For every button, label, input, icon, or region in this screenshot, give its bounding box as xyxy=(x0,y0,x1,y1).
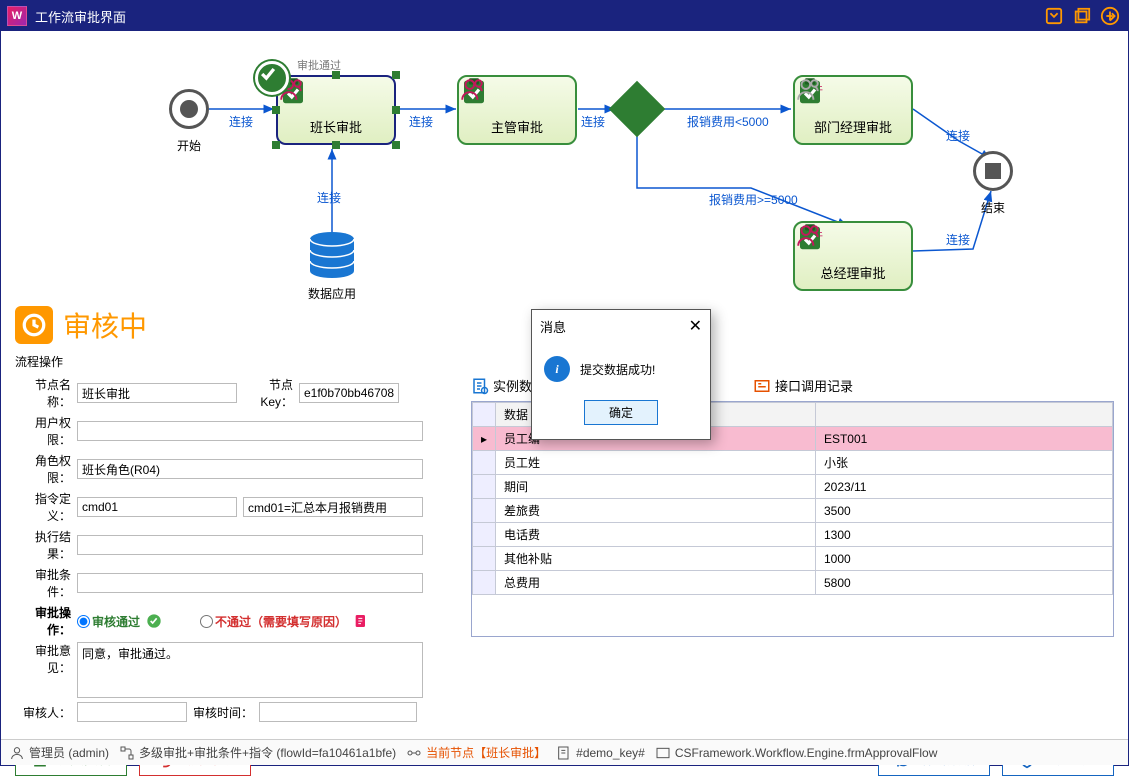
input-cmd1[interactable] xyxy=(77,497,237,517)
lbl-opinion: 审批意见： xyxy=(15,642,71,676)
textarea-opinion[interactable] xyxy=(77,642,423,698)
table-cell[interactable]: 总费用 xyxy=(496,571,816,595)
table-cell[interactable]: 电话费 xyxy=(496,523,816,547)
table-cell[interactable]: EST001 xyxy=(815,427,1112,451)
col-header xyxy=(815,403,1112,427)
input-cmd2[interactable] xyxy=(243,497,423,517)
edge-label: 连接 xyxy=(946,231,970,248)
edge-label: 连接 xyxy=(317,189,341,206)
table-cell[interactable]: 期间 xyxy=(496,475,816,499)
status-current-node: 当前节点【班长审批】 xyxy=(406,744,546,761)
input-node-key[interactable] xyxy=(299,383,399,403)
table-cell[interactable]: 员工姓 xyxy=(496,451,816,475)
status-namespace: CSFramework.Workflow.Engine.frmApprovalF… xyxy=(655,745,938,761)
status-bar: 管理员 (admin) 多级审批+审批条件+指令 (flowId=fa10461… xyxy=(1,739,1128,765)
task-label: 部门经理审批 xyxy=(801,117,905,136)
start-label: 开始 xyxy=(177,137,201,154)
window-title: 工作流审批界面 xyxy=(35,7,126,26)
edge-label: 报销费用>=5000 xyxy=(709,191,798,208)
titlebar: W 工作流审批界面 xyxy=(1,1,1128,31)
dialog-message: 提交数据成功! xyxy=(580,361,655,378)
status-flow: 多级审批+审批条件+指令 (flowId=fa10461a1bfe) xyxy=(119,744,396,761)
form-panel: 节点名称： 节点Key： 用户权限： 角色权限： 指令定义： 执行结果： 审批条… xyxy=(15,372,455,726)
start-node[interactable] xyxy=(169,89,209,129)
minimize-to-tray-icon[interactable] xyxy=(1042,4,1066,28)
edge-label: 连接 xyxy=(581,113,605,130)
task-node-supervisor[interactable]: 主管审批 xyxy=(457,75,577,145)
edge-label: 连接 xyxy=(409,113,433,130)
lbl-reviewer: 审核人： xyxy=(15,704,71,721)
table-cell[interactable]: 2023/11 xyxy=(815,475,1112,499)
input-node-name[interactable] xyxy=(77,383,237,403)
status-demo-key: #demo_key# xyxy=(556,745,645,761)
dialog-title: 消息 xyxy=(540,317,566,336)
end-label: 结束 xyxy=(981,199,1005,216)
lbl-role-perm: 角色权限： xyxy=(15,452,71,486)
input-approve-cond[interactable] xyxy=(77,573,423,593)
input-user-perm[interactable] xyxy=(77,421,423,441)
lbl-approve-cond: 审批条件： xyxy=(15,566,71,600)
message-dialog: 消息 ✕ i 提交数据成功! 确定 xyxy=(531,309,711,440)
lbl-user-perm: 用户权限： xyxy=(15,414,71,448)
dialog-close-icon[interactable]: ✕ xyxy=(689,316,702,336)
table-cell[interactable]: 5800 xyxy=(815,571,1112,595)
edge-label: 连接 xyxy=(229,113,253,130)
lbl-cmd-def: 指令定义： xyxy=(15,490,71,524)
approved-check-icon xyxy=(255,61,289,95)
task-label: 总经理审批 xyxy=(801,263,905,282)
end-node[interactable] xyxy=(973,151,1013,191)
note-icon[interactable] xyxy=(353,613,369,629)
lbl-approve-op: 审批操作： xyxy=(15,604,71,638)
maximize-icon[interactable] xyxy=(1070,4,1094,28)
task-node-leader[interactable]: 班长审批 xyxy=(276,75,396,145)
info-icon: i xyxy=(544,356,570,382)
radio-reject[interactable]: 不通过（需要填写原因） xyxy=(200,613,347,630)
table-cell[interactable]: 1300 xyxy=(815,523,1112,547)
input-role-perm[interactable] xyxy=(77,459,423,479)
edge-label: 连接 xyxy=(946,127,970,144)
dialog-ok-button[interactable]: 确定 xyxy=(584,400,658,425)
lbl-exec-result: 执行结果： xyxy=(15,528,71,562)
lbl-node-name: 节点名称： xyxy=(15,376,71,410)
lbl-review-time: 审核时间： xyxy=(193,704,253,721)
approved-tag: 审批通过 xyxy=(297,57,341,73)
task-label: 主管审批 xyxy=(465,117,569,136)
table-cell[interactable]: 其他补贴 xyxy=(496,547,816,571)
check-circle-icon xyxy=(146,613,162,629)
task-label: 班长审批 xyxy=(284,117,388,136)
db-label: 数据应用 xyxy=(308,285,356,302)
app-logo: W xyxy=(7,6,27,26)
lbl-node-key: 节点Key： xyxy=(243,376,293,410)
status-text: 审核中 xyxy=(63,305,147,345)
table-cell[interactable]: 3500 xyxy=(815,499,1112,523)
input-exec-result[interactable] xyxy=(77,535,423,555)
task-node-dept-manager[interactable]: 条件 部门经理审批 xyxy=(793,75,913,145)
workflow-diagram[interactable]: 开始 班长审批 审批通过 主管审批 条件 部门经理审批 条件 xyxy=(1,31,1128,301)
clock-icon xyxy=(15,306,53,344)
radio-pass[interactable]: 审核通过 xyxy=(77,613,140,630)
task-node-gm[interactable]: 条件 总经理审批 xyxy=(793,221,913,291)
table-cell[interactable]: 差旅费 xyxy=(496,499,816,523)
input-reviewer[interactable] xyxy=(77,702,187,722)
close-icon[interactable] xyxy=(1098,4,1122,28)
tab-api-log[interactable]: 接口调用记录 xyxy=(753,376,853,395)
table-cell[interactable]: 1000 xyxy=(815,547,1112,571)
status-user: 管理员 (admin) xyxy=(9,744,109,761)
input-review-time[interactable] xyxy=(259,702,417,722)
table-cell[interactable]: 小张 xyxy=(815,451,1112,475)
edge-label: 报销费用<5000 xyxy=(687,113,769,130)
